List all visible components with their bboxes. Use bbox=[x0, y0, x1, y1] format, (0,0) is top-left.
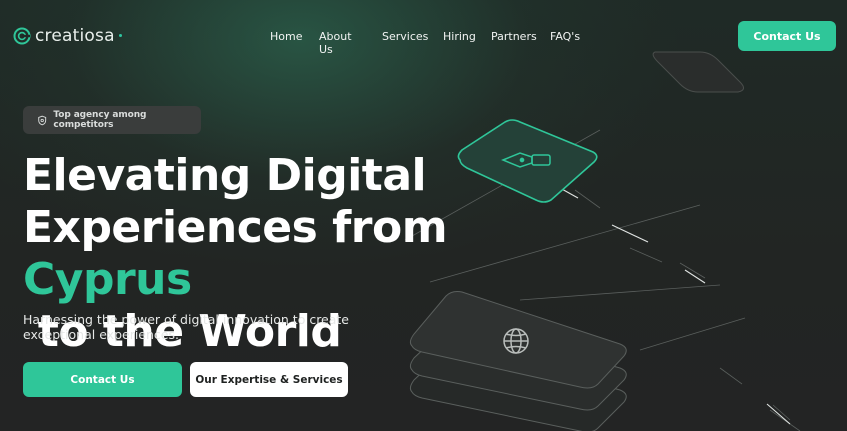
hero-contact-button[interactable]: Contact Us bbox=[23, 362, 182, 397]
shield-icon bbox=[38, 115, 47, 125]
nav-faqs[interactable]: FAQ's bbox=[550, 30, 580, 43]
nav-hiring[interactable]: Hiring bbox=[443, 30, 476, 43]
badge-label: Top agency among competitors bbox=[53, 110, 147, 130]
nav-services[interactable]: Services bbox=[382, 30, 428, 43]
headline-line-1: Elevating Digital bbox=[23, 150, 427, 201]
nav-home[interactable]: Home bbox=[270, 30, 302, 43]
nav-about-us[interactable]: About Us bbox=[319, 30, 352, 56]
logo-ring-icon bbox=[13, 27, 31, 45]
top-agency-badge: Top agency among competitors bbox=[23, 106, 201, 134]
pen-card bbox=[457, 119, 598, 203]
top-card bbox=[652, 51, 744, 93]
headline-line-2: Experiences from bbox=[23, 202, 448, 253]
brand-name: creatiosa bbox=[35, 26, 115, 46]
expertise-services-button[interactable]: Our Expertise & Services bbox=[190, 362, 348, 397]
nav-partners[interactable]: Partners bbox=[491, 30, 537, 43]
logo[interactable]: creatiosa bbox=[13, 26, 122, 46]
hero-subtext: Harnessing the power of digital innovati… bbox=[23, 312, 350, 342]
brand-dot bbox=[118, 33, 122, 37]
headline-accent: Cyprus bbox=[23, 254, 192, 305]
header-contact-button[interactable]: Contact Us bbox=[738, 21, 836, 51]
